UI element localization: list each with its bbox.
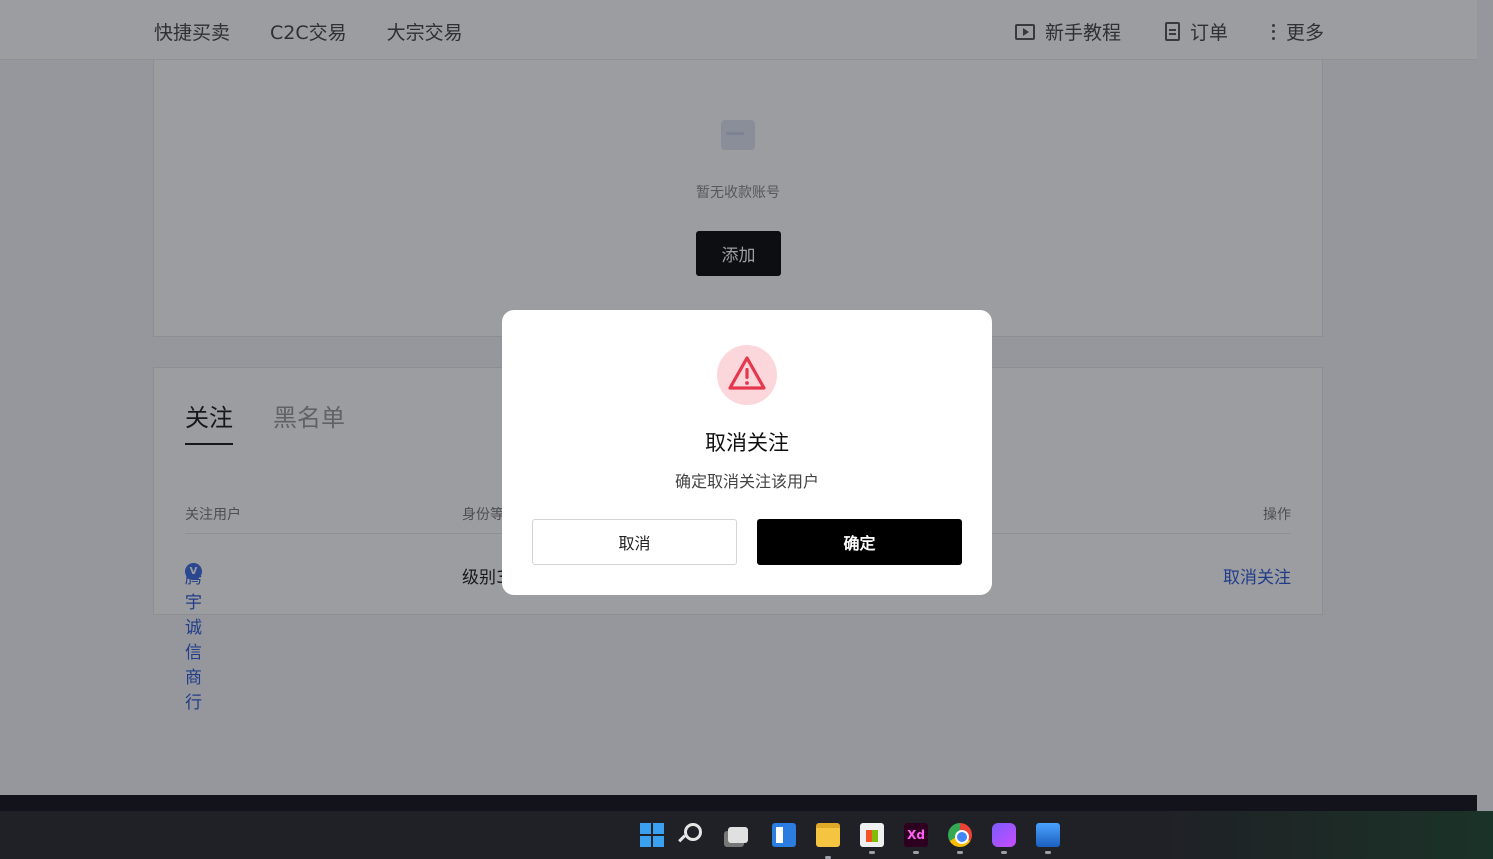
warning-icon <box>717 345 777 405</box>
taskbar-search-button[interactable] <box>684 823 708 847</box>
microsoft-store-icon[interactable] <box>860 823 884 854</box>
widgets-icon[interactable] <box>772 823 796 847</box>
fingerprint-app-icon[interactable] <box>992 823 1016 854</box>
unfollow-confirm-dialog: 取消关注 确定取消关注该用户 取消 确定 <box>502 310 992 595</box>
cancel-button[interactable]: 取消 <box>532 519 737 565</box>
dialog-title: 取消关注 <box>705 431 789 455</box>
photos-icon[interactable] <box>1036 823 1060 854</box>
windows-start-icon[interactable] <box>640 823 664 847</box>
adobe-xd-icon[interactable]: Xd <box>904 823 928 854</box>
chrome-icon[interactable] <box>948 823 972 854</box>
task-view-button[interactable] <box>728 823 752 847</box>
task-view-icon <box>728 827 748 843</box>
adobe-xd-label: Xd <box>907 828 925 842</box>
taskbar-icons: Xd <box>640 823 1060 859</box>
confirm-button[interactable]: 确定 <box>757 519 962 565</box>
taskbar: Xd <box>0 811 1493 859</box>
dialog-message: 确定取消关注该用户 <box>674 472 819 491</box>
search-icon <box>684 823 702 841</box>
file-explorer-icon[interactable] <box>816 823 840 859</box>
